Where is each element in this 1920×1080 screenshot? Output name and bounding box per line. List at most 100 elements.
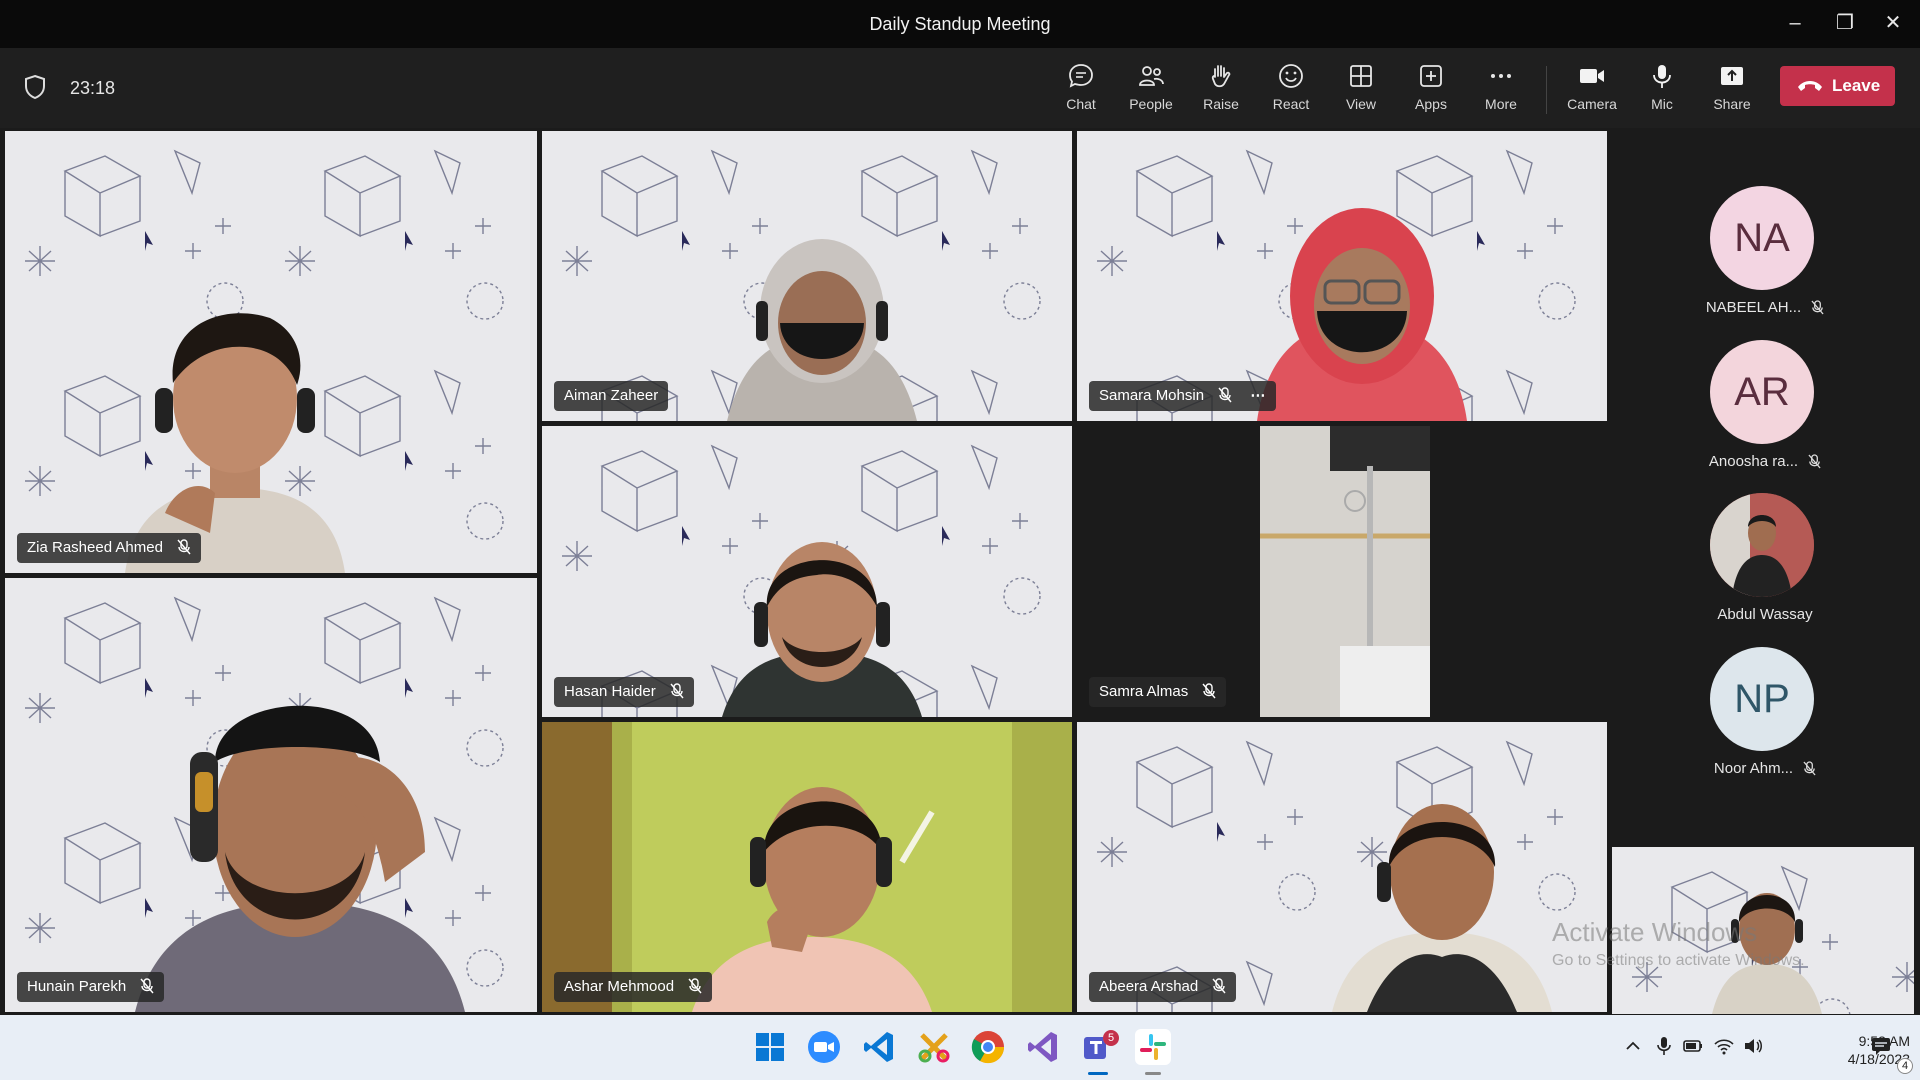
react-icon bbox=[1279, 64, 1303, 88]
leave-label: Leave bbox=[1832, 76, 1881, 95]
mic-muted-icon bbox=[177, 539, 191, 555]
participant-nametag: Abeera Arshad bbox=[1089, 972, 1237, 1002]
leave-button[interactable]: Leave bbox=[1780, 66, 1895, 106]
windows-taskbar: 9:53 AM 4/18/2023 bbox=[0, 1015, 1920, 1080]
mic-muted-icon bbox=[670, 683, 684, 699]
participant-nametag: Zia Rasheed Ahmed bbox=[17, 533, 202, 563]
roster-name: Noor Ahm... bbox=[1713, 760, 1794, 777]
roster-name: Anoosha ra... bbox=[1708, 453, 1799, 470]
participant-video bbox=[722, 542, 922, 717]
share-button[interactable]: Share bbox=[1700, 62, 1764, 122]
more-button[interactable]: More bbox=[1469, 62, 1533, 122]
mic-icon bbox=[1653, 65, 1671, 88]
title-bar: Daily Standup Meeting – ❐ ✕ bbox=[0, 0, 1920, 48]
roster-item[interactable]: AR Anoosha ra... bbox=[1610, 340, 1920, 480]
video-tile-aiman[interactable]: Aiman Zaheer bbox=[542, 131, 1072, 421]
video-tile-zia[interactable]: Zia Rasheed Ahmed bbox=[5, 131, 537, 573]
mic-muted-icon bbox=[1212, 978, 1226, 994]
mic-muted-icon bbox=[1808, 454, 1821, 469]
camera-label: Camera bbox=[1567, 96, 1617, 112]
participant-video bbox=[692, 787, 932, 1012]
raise-hand-icon bbox=[1211, 65, 1231, 88]
chat-label: Chat bbox=[1066, 96, 1096, 112]
participant-name: Samra Almas bbox=[1099, 683, 1189, 700]
chat-button[interactable]: Chat bbox=[1049, 62, 1113, 122]
speaker-icon[interactable] bbox=[1742, 1035, 1764, 1057]
mic-muted-icon bbox=[140, 978, 154, 994]
mic-muted-icon bbox=[688, 978, 702, 994]
participant-name: Hasan Haider bbox=[564, 683, 656, 700]
view-label: View bbox=[1345, 96, 1377, 112]
microphone-tray-icon[interactable] bbox=[1653, 1035, 1675, 1057]
notifications-icon[interactable] bbox=[1870, 1035, 1892, 1057]
slack-running-indicator bbox=[1145, 1072, 1161, 1075]
avatar: AR bbox=[1710, 340, 1814, 444]
roster-name-row: NABEEL AH... bbox=[1610, 299, 1920, 316]
mic-muted-icon bbox=[1218, 387, 1232, 403]
participant-nametag: Samara Mohsin ⋯ bbox=[1089, 381, 1277, 411]
restore-icon[interactable]: ❐ bbox=[1830, 10, 1860, 36]
battery-icon[interactable] bbox=[1682, 1035, 1704, 1057]
video-tile-ashar[interactable]: Ashar Mehmood bbox=[542, 722, 1072, 1012]
meeting-toolbar: 23:18 Chat People Raise React View Apps … bbox=[0, 48, 1920, 128]
close-icon[interactable]: ✕ bbox=[1878, 10, 1908, 36]
chrome-app-icon[interactable] bbox=[970, 1029, 1006, 1065]
view-icon bbox=[1350, 65, 1372, 87]
view-button[interactable]: View bbox=[1329, 62, 1393, 122]
mic-button[interactable]: Mic bbox=[1630, 62, 1694, 122]
participant-video bbox=[1260, 426, 1430, 717]
phone-hangup-icon bbox=[1798, 81, 1822, 91]
minimize-icon[interactable]: – bbox=[1780, 10, 1810, 36]
react-label: React bbox=[1272, 96, 1310, 112]
more-options-icon[interactable]: ⋯ bbox=[1250, 381, 1266, 411]
video-tile-samara[interactable]: Samara Mohsin ⋯ bbox=[1077, 131, 1607, 421]
roster-item[interactable]: NP Noor Ahm... bbox=[1610, 647, 1920, 787]
window-title: Daily Standup Meeting bbox=[869, 14, 1051, 34]
chevron-up-icon[interactable] bbox=[1622, 1035, 1644, 1057]
slack-app-icon[interactable] bbox=[1135, 1029, 1171, 1065]
video-tile-abeera[interactable]: Abeera Arshad bbox=[1077, 722, 1607, 1012]
more-icon bbox=[1491, 74, 1511, 78]
vscode-app-icon[interactable] bbox=[861, 1029, 897, 1065]
apps-label: Apps bbox=[1415, 96, 1447, 112]
mic-muted-icon bbox=[1803, 761, 1816, 776]
roster-name: Abdul Wassay bbox=[1717, 606, 1813, 623]
people-button[interactable]: People bbox=[1119, 62, 1183, 122]
apps-button[interactable]: Apps bbox=[1399, 62, 1463, 122]
participant-video bbox=[727, 239, 917, 421]
mic-label: Mic bbox=[1651, 96, 1673, 112]
activate-windows-title: Activate Windows bbox=[1552, 917, 1758, 947]
camera-icon bbox=[1580, 69, 1604, 83]
video-tile-hasan[interactable]: Hasan Haider bbox=[542, 426, 1072, 717]
participant-roster: NA NABEEL AH... AR Anoosha ra... Abdul W… bbox=[1610, 128, 1920, 848]
camera-button[interactable]: Camera bbox=[1560, 62, 1624, 122]
react-button[interactable]: React bbox=[1259, 62, 1323, 122]
mic-muted-icon bbox=[1202, 683, 1216, 699]
roster-name: NABEEL AH... bbox=[1705, 299, 1802, 316]
snipping-tool-icon[interactable] bbox=[916, 1029, 952, 1065]
visual-studio-icon[interactable] bbox=[1025, 1029, 1061, 1065]
people-label: People bbox=[1129, 96, 1173, 112]
roster-item[interactable]: Abdul Wassay bbox=[1610, 493, 1920, 633]
video-tile-samra[interactable]: Samra Almas bbox=[1077, 426, 1607, 717]
roster-item[interactable]: NA NABEEL AH... bbox=[1610, 186, 1920, 326]
wifi-icon[interactable] bbox=[1713, 1035, 1735, 1057]
participant-video bbox=[1332, 804, 1552, 1012]
toolbar-divider bbox=[1546, 66, 1547, 114]
participant-nametag: Aiman Zaheer bbox=[554, 381, 669, 411]
avatar: NA bbox=[1710, 186, 1814, 290]
participant-name: Abeera Arshad bbox=[1099, 978, 1199, 995]
raise-hand-button[interactable]: Raise bbox=[1189, 62, 1253, 122]
participant-video bbox=[1257, 208, 1467, 421]
shield-icon[interactable] bbox=[24, 74, 46, 100]
participant-video bbox=[135, 705, 465, 1012]
participant-name: Ashar Mehmood bbox=[564, 978, 675, 995]
video-tile-hunain[interactable]: Hunain Parekh bbox=[5, 578, 537, 1012]
avatar: NP bbox=[1710, 647, 1814, 751]
participant-name: Zia Rasheed Ahmed bbox=[27, 539, 163, 556]
share-label: Share bbox=[1713, 96, 1751, 112]
mic-muted-icon bbox=[1811, 300, 1824, 315]
participant-name: Samara Mohsin bbox=[1099, 387, 1205, 404]
zoom-app-icon[interactable] bbox=[806, 1029, 842, 1065]
windows-start-icon[interactable] bbox=[752, 1029, 788, 1065]
